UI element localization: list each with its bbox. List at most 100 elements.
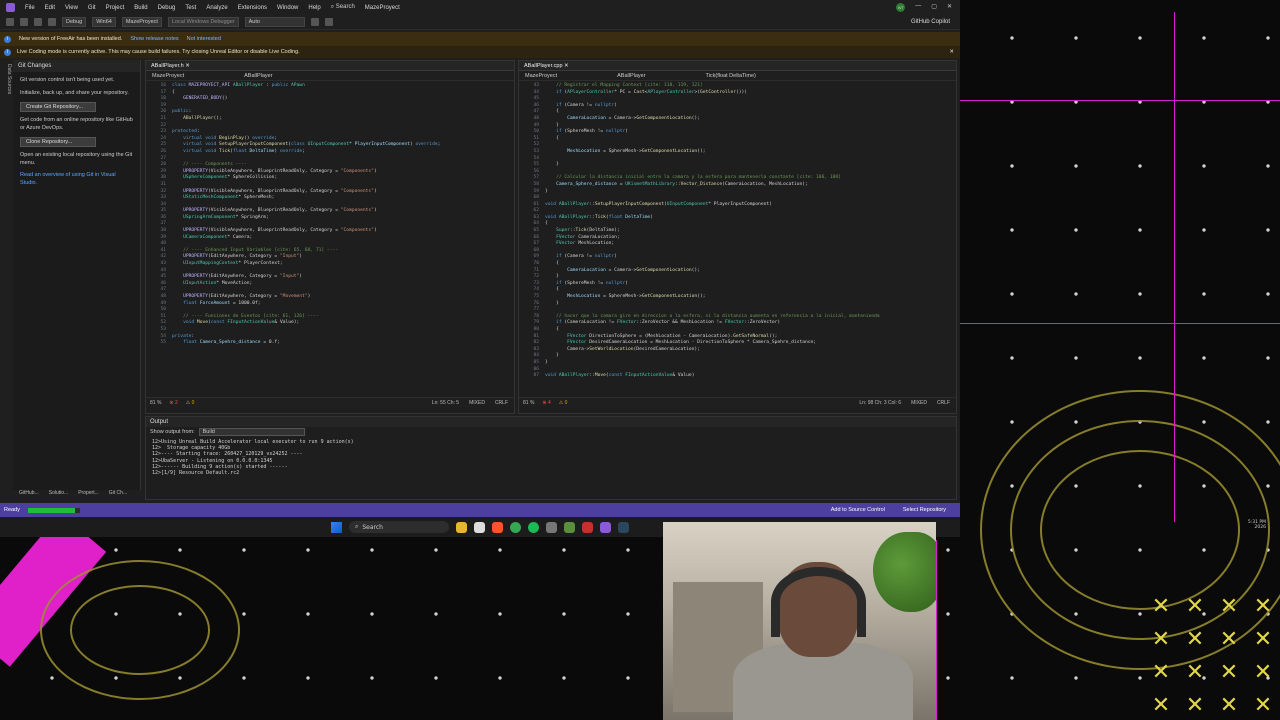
save-icon[interactable]	[34, 18, 42, 26]
steam-icon[interactable]	[618, 521, 629, 533]
encoding[interactable]: MIXED	[469, 400, 485, 406]
log-line: 12>------ Building 9 action(s) started -…	[152, 463, 288, 470]
menu-window[interactable]: Window	[277, 5, 298, 11]
close-icon[interactable]: ✕	[949, 49, 960, 55]
clone-repo-button[interactable]: Clone Repository...	[20, 137, 96, 147]
toolbar: Debug Win64 MazeProyect Local Windows De…	[0, 15, 960, 30]
tab-git-changes[interactable]: Git Ch...	[109, 490, 127, 500]
error-count[interactable]: ⊗ 4	[542, 400, 550, 406]
tab-properties[interactable]: Propert...	[78, 490, 99, 500]
menu-edit[interactable]: Edit	[45, 5, 55, 11]
config-dropdown[interactable]: Debug	[62, 17, 87, 27]
x-mark: ✕	[1219, 693, 1239, 718]
select-repository-button[interactable]: Select Repository	[903, 507, 946, 513]
zoom-level[interactable]: 81 %	[150, 400, 161, 406]
notepad-icon[interactable]	[474, 521, 485, 533]
platform-dropdown[interactable]: Win64	[92, 17, 116, 27]
close-icon[interactable]: ✕	[947, 3, 952, 12]
menu-build[interactable]: Build	[134, 5, 147, 11]
warning-count[interactable]: ⚠ 0	[186, 400, 195, 406]
brave-icon[interactable]	[492, 521, 503, 533]
release-notes-link[interactable]: Show release notes	[130, 36, 178, 42]
member-dropdown[interactable]: ABallPlayer	[617, 73, 645, 79]
menu-test[interactable]: Test	[185, 5, 196, 11]
x-mark: ✕	[1185, 594, 1205, 619]
startup-project-dropdown[interactable]: MazeProyect	[121, 17, 162, 27]
x-mark: ✕	[1253, 693, 1273, 718]
spotify-icon[interactable]	[528, 521, 539, 533]
function-dropdown[interactable]: Tick(float DeltaTime)	[706, 73, 756, 79]
status-state: Ready	[4, 507, 20, 513]
visual-studio-icon[interactable]	[600, 521, 611, 533]
avatar[interactable]: WT	[896, 3, 906, 12]
tab-ballplayer-h[interactable]: ABallPlayer.h ✕	[146, 61, 514, 71]
zoom-level[interactable]: 81 %	[523, 400, 534, 406]
create-repo-button[interactable]: Create Git Repository...	[20, 102, 96, 112]
system-tray[interactable]: 5:31 PM 2026	[1248, 520, 1266, 530]
code-view[interactable]: 43 // Registrar el Mapping Context [cite…	[519, 81, 956, 397]
minimize-icon[interactable]: —	[915, 3, 921, 12]
x-mark: ✕	[1253, 627, 1273, 652]
app-icon[interactable]	[582, 521, 593, 533]
output-log[interactable]: 12>Using Unreal Build Accelerator local …	[146, 437, 956, 478]
menu-git[interactable]: Git	[88, 5, 96, 11]
warning-count[interactable]: ⚠ 0	[559, 400, 568, 406]
x-mark: ✕	[1185, 660, 1205, 685]
live-coding-message: Live Coding mode is currently active. Th…	[17, 49, 300, 55]
back-icon[interactable]	[6, 18, 14, 26]
add-source-control-button[interactable]: Add to Source Control	[831, 507, 885, 513]
mode-dropdown[interactable]: Auto	[244, 17, 305, 27]
debugger-button[interactable]: Local Windows Debugger	[167, 17, 239, 27]
window-controls: WT — ▢ ✕	[896, 3, 960, 12]
encoding[interactable]: MIXED	[911, 400, 927, 406]
git-open-text: Open an existing local repository using …	[20, 152, 133, 166]
tools-icon[interactable]	[324, 18, 333, 26]
magenta-guide	[960, 323, 1280, 324]
menu-debug[interactable]: Debug	[158, 5, 176, 11]
not-interested-link[interactable]: Not interested	[187, 36, 221, 42]
maximize-icon[interactable]: ▢	[931, 3, 937, 12]
scope-dropdown[interactable]: MazeProyect	[152, 73, 184, 79]
code-view[interactable]: 16 class MAZEPROYECT_API ABallPlayer : pu…	[146, 81, 514, 397]
git-overview-link[interactable]: Read an overview of using Git in Visual …	[20, 172, 133, 187]
editor-status: 81 % ⊗ 4 ⚠ 0 Ln: 98 Ch: 3 Col: 6 MIXED C…	[519, 397, 956, 407]
tab-solution[interactable]: Solutio...	[49, 490, 68, 500]
menu-help[interactable]: Help	[308, 5, 320, 11]
tab-github[interactable]: GitHub...	[19, 490, 39, 500]
output-panel: Output Show output from: Build 12>Using …	[145, 416, 957, 500]
windows-start-icon[interactable]	[331, 521, 342, 533]
status-bar: Ready Add to Source Control Select Repos…	[0, 503, 960, 517]
line-ending[interactable]: CRLF	[937, 400, 950, 406]
taskbar-search[interactable]: ⌕ Search	[349, 521, 449, 533]
copilot-button[interactable]: GitHub Copilot	[911, 19, 960, 25]
error-count[interactable]: ⊗ 2	[169, 400, 177, 406]
tab-ballplayer-cpp[interactable]: ABallPlayer.cpp ✕	[519, 61, 956, 71]
app-icon[interactable]	[564, 521, 575, 533]
menu-extensions[interactable]: Extensions	[238, 5, 267, 11]
file-explorer-icon[interactable]	[456, 521, 467, 533]
header-editor: ABallPlayer.h ✕ MazeProyect ABallPlayer …	[145, 60, 515, 414]
log-line: 12>---- Starting trace: 260427_120129_vs…	[152, 451, 303, 458]
scope-dropdown[interactable]: MazeProyect	[525, 73, 557, 79]
chrome-icon[interactable]	[510, 521, 521, 533]
undo-icon[interactable]	[48, 18, 56, 26]
data-sources-tab[interactable]: Data Sources	[0, 60, 12, 500]
menu-project[interactable]: Project	[106, 5, 125, 11]
line-ending[interactable]: CRLF	[495, 400, 508, 406]
x-mark: ✕	[1151, 594, 1171, 619]
refresh-icon[interactable]	[310, 18, 319, 26]
menu-file[interactable]: File	[25, 5, 35, 11]
contour-line	[70, 585, 210, 675]
settings-icon[interactable]	[546, 521, 557, 533]
editor-status: 81 % ⊗ 2 ⚠ 0 Ln: 55 Ch: 5 MIXED CRLF	[146, 397, 514, 407]
x-mark: ✕	[1185, 627, 1205, 652]
menu-view[interactable]: View	[65, 5, 78, 11]
member-dropdown[interactable]: ABallPlayer	[244, 73, 272, 79]
search-menu[interactable]: ⌕ Search	[331, 4, 355, 11]
forward-icon[interactable]	[20, 18, 28, 26]
x-mark: ✕	[1151, 660, 1171, 685]
output-source-dropdown[interactable]: Build	[198, 428, 305, 436]
menu-analyze[interactable]: Analyze	[206, 5, 227, 11]
git-panel-title: Git Changes	[13, 60, 140, 72]
editor-navbar: MazeProyect ABallPlayer Tick(float Delta…	[519, 71, 956, 81]
